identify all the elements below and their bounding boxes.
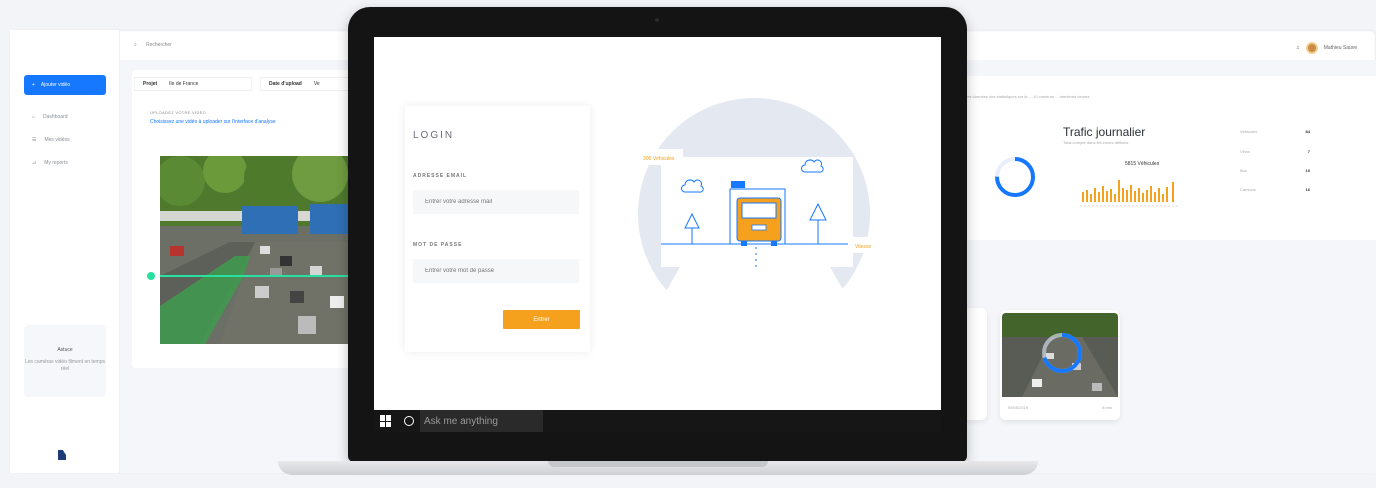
dashboard-sidebar: [10, 30, 120, 473]
cortana-icon[interactable]: [404, 416, 414, 426]
upload-date-value: Ve: [313, 81, 320, 87]
stat-label: Bus: [1240, 168, 1247, 173]
project-value: Ile de France: [169, 81, 199, 87]
donut-chart: [995, 157, 1035, 197]
bell-icon: ♫: [1296, 45, 1300, 51]
password-label: MOT DE PASSE: [413, 242, 463, 248]
stat-row-buses: Bus 10: [1240, 168, 1310, 173]
upload-date-select[interactable]: Date d'upload Ve: [260, 77, 350, 91]
add-video-button[interactable]: + Ajouter vidéo: [24, 75, 106, 95]
screenshot-stage: ⌕ Rechercher + Ajouter vidéo ⌂ Dashboard …: [0, 0, 1376, 488]
avatar: [1305, 42, 1318, 54]
password-field[interactable]: [413, 259, 579, 283]
stat-value: 7: [1307, 149, 1310, 154]
list-icon: ☰: [32, 137, 37, 143]
sidebar-item-videos[interactable]: ☰ Mes vidéos: [32, 137, 70, 143]
tip-title: Astuce: [57, 347, 73, 353]
sidebar-item-label: Mes vidéos: [44, 137, 70, 143]
chart-icon: ⊿: [32, 160, 37, 166]
project-select[interactable]: Projet Ile de France: [134, 77, 252, 91]
sidebar-item-reports[interactable]: ⊿ My reports: [32, 160, 68, 166]
email-label: ADRESSE EMAIL: [413, 173, 468, 179]
stat-row-vehicles: Véhicules 84: [1240, 129, 1310, 134]
traffic-subtitle: Total compté dans les zones définies: [1063, 140, 1129, 145]
counting-line-handle[interactable]: [147, 272, 155, 280]
upload-title: UPLOADEZ VOTRE VIDÉO: [150, 110, 207, 115]
stat-value: 84: [1305, 129, 1310, 134]
topbar-search[interactable]: Rechercher: [146, 42, 172, 48]
tip-text: Les caméras vidéo filment en temps réel: [24, 359, 106, 372]
stat-value: 10: [1305, 168, 1310, 173]
stat-row-trucks: Camions 16: [1240, 187, 1310, 192]
upload-link[interactable]: Choisissez une vidéo à uploader sur l'in…: [150, 119, 276, 125]
search-icon: ⌕: [134, 42, 137, 48]
home-icon: ⌂: [32, 114, 36, 120]
sidebar-item-dashboard[interactable]: ⌂ Dashboard: [32, 114, 68, 120]
stat-label: Véhicules: [1240, 129, 1258, 134]
add-video-label: Ajouter vidéo: [40, 82, 71, 88]
sidebar-item-label: Dashboard: [43, 114, 68, 120]
traffic-illustration: 300 Véhicules Vitesse: [625, 97, 888, 337]
stat-label: Camions: [1240, 187, 1256, 192]
login-title: LOGIN: [413, 130, 455, 141]
road-camera-image: [160, 156, 350, 344]
webcam: [655, 18, 659, 22]
speed-tag: Vitesse: [855, 244, 872, 250]
vehicle-count-tag: 300 Véhicules: [643, 156, 675, 162]
windows-taskbar: Ask me anything: [374, 410, 941, 432]
traffic-bar-chart: [1080, 180, 1180, 207]
plus-icon: +: [32, 82, 35, 88]
taskbar-search[interactable]: Ask me anything: [420, 410, 543, 432]
stat-value: 16: [1305, 187, 1310, 192]
camera-meta: 09/05/2019 8 min: [1008, 405, 1112, 410]
user-name: Mathieu Sauve: [1323, 45, 1358, 51]
user-menu[interactable]: ♫ Mathieu Sauve: [1296, 42, 1357, 54]
upload-date-label: Date d'upload: [269, 81, 302, 87]
sidebar-item-label: My reports: [44, 160, 68, 166]
windows-start-icon[interactable]: [380, 415, 392, 427]
camera-thumbnail: [1002, 313, 1118, 397]
stat-label: Vélos: [1240, 149, 1251, 154]
stat-row-bikes: Vélos 7: [1240, 149, 1310, 154]
laptop-notch: [548, 461, 768, 467]
project-label: Projet: [143, 81, 158, 87]
tip-card: Astuce Les caméras vidéo filment en temp…: [24, 325, 106, 397]
login-button[interactable]: Entrer: [503, 310, 580, 329]
email-field[interactable]: [413, 190, 579, 214]
traffic-vehicle-count: 5815 Véhicules: [1125, 161, 1160, 167]
traffic-title: Trafic journalier: [1063, 125, 1146, 139]
stats-description: Les données des statistiques sur la ... …: [965, 94, 1090, 99]
camera-duration: 8 min: [1102, 405, 1112, 410]
camera-date: 09/05/2019: [1008, 405, 1029, 410]
